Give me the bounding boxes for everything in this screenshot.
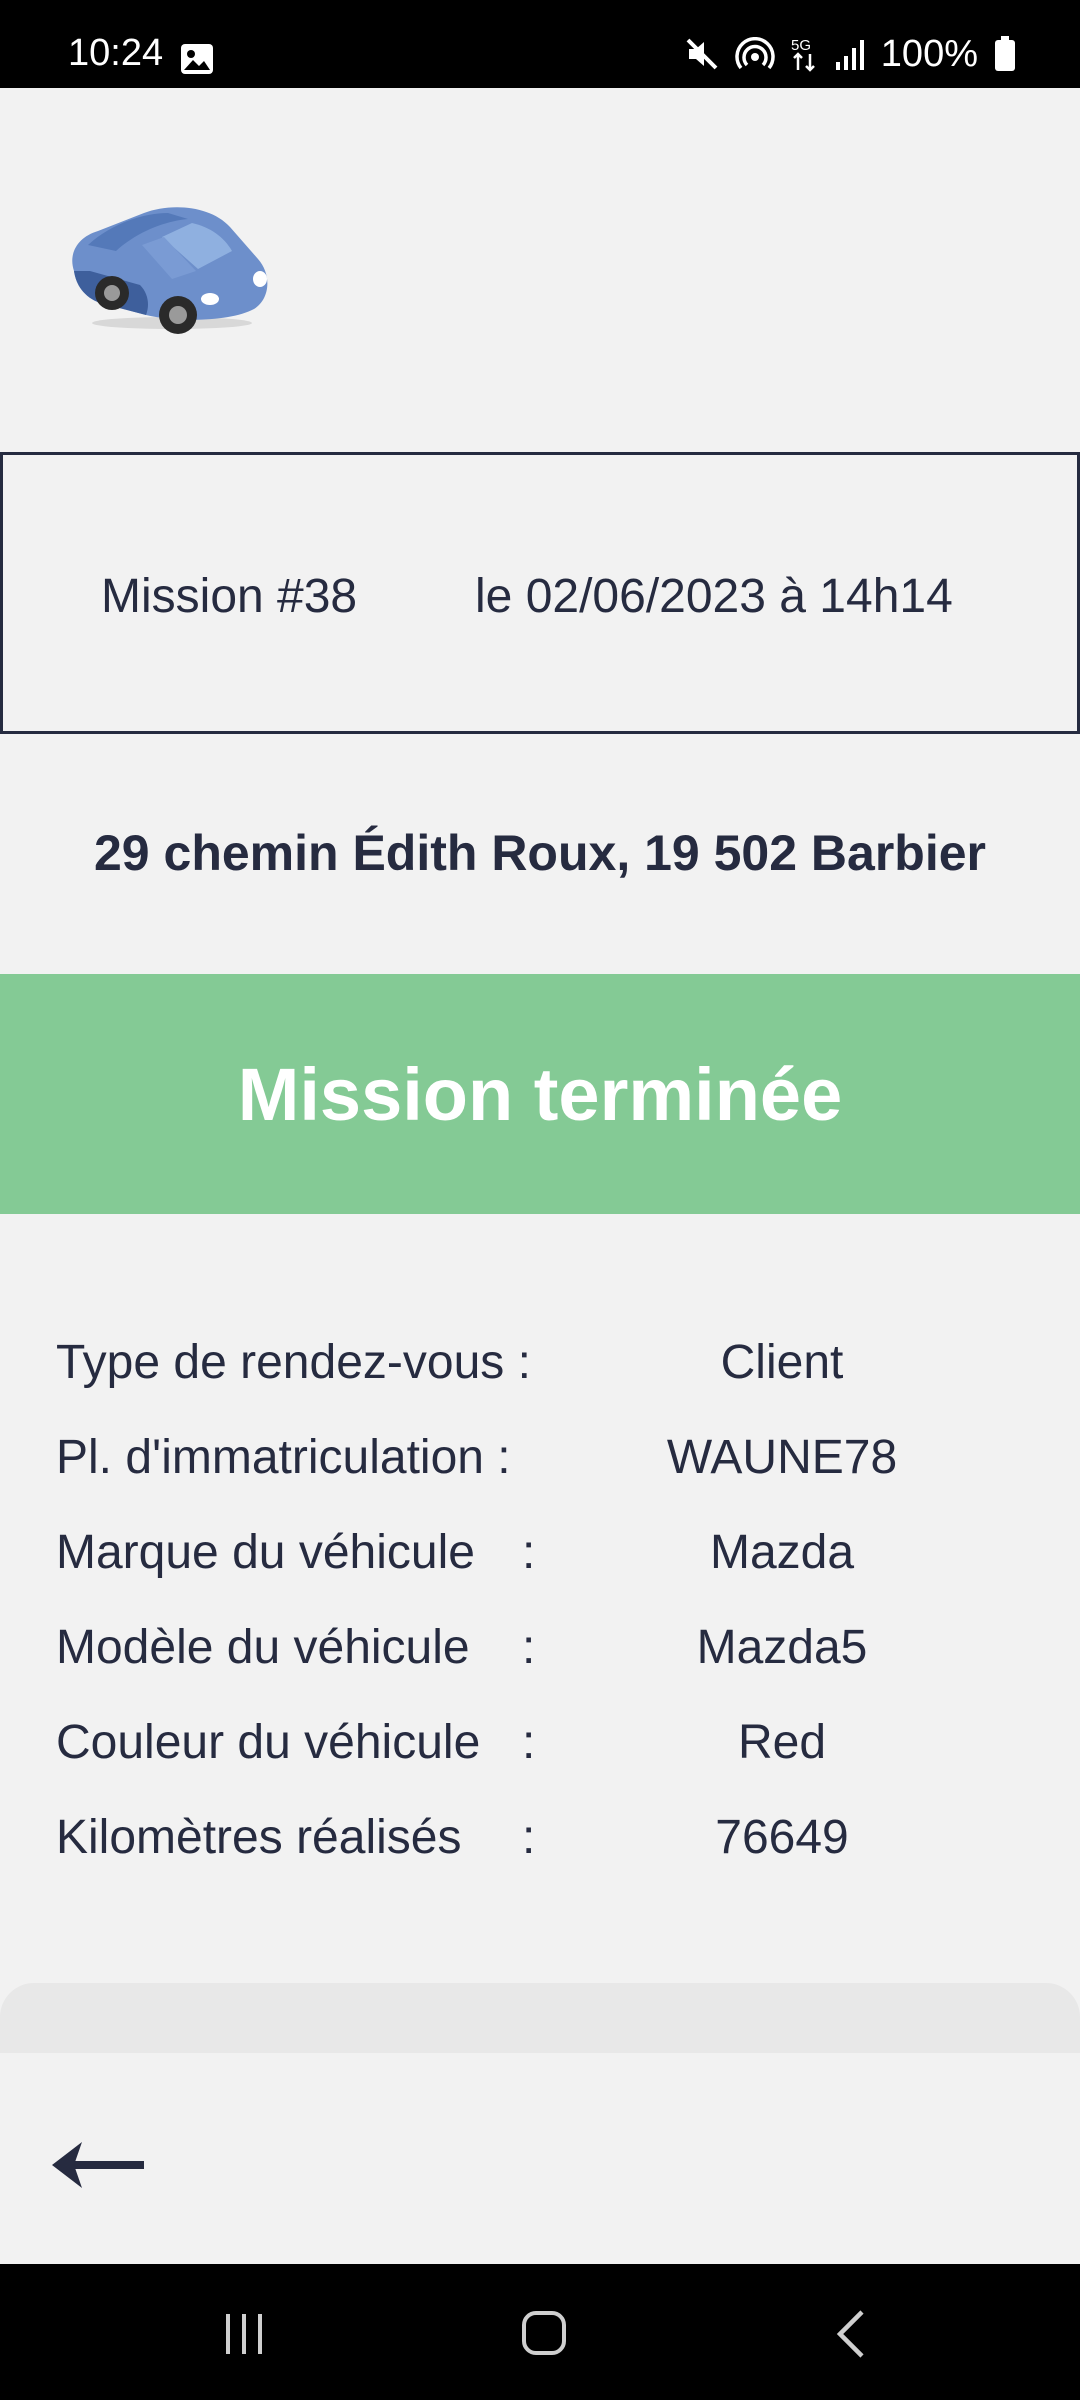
gallery-icon — [181, 44, 213, 74]
recents-icon[interactable] — [222, 2312, 266, 2356]
detail-value: Client — [720, 1336, 844, 1389]
detail-colon: : — [522, 1716, 536, 1769]
mission-header: Mission #38 le 02/06/2023 à 14h14 — [0, 452, 1080, 734]
mission-number: Mission #38 — [101, 570, 358, 623]
detail-label: Marque du véhicule — [56, 1526, 475, 1579]
arrow-left-icon[interactable] — [48, 2132, 152, 2198]
svg-text:5G: 5G — [791, 37, 811, 54]
status-banner: Mission terminée — [0, 974, 1080, 1214]
bottom-sheet — [0, 1983, 1080, 2053]
detail-row-plate: Pl. d'immatriculation : WAUNE78 — [0, 1428, 1080, 1488]
mission-address: 29 chemin Édith Roux, 19 502 Barbier — [94, 825, 986, 881]
battery-icon — [995, 36, 1015, 71]
detail-value: 76649 — [715, 1811, 849, 1864]
detail-row-color: Couleur du véhicule : Red — [0, 1713, 1080, 1773]
hotspot-icon — [735, 37, 775, 70]
detail-label: Couleur du véhicule — [56, 1716, 481, 1769]
status-label: Mission terminée — [237, 1052, 843, 1136]
mission-date: le 02/06/2023 à 14h14 — [475, 570, 953, 623]
detail-value: Mazda5 — [696, 1621, 868, 1674]
detail-label: Pl. d'immatriculation : — [56, 1431, 511, 1484]
status-icons: 5G 100% — [685, 34, 1016, 74]
detail-colon: : — [522, 1811, 536, 1864]
detail-value: Red — [737, 1716, 827, 1769]
detail-label: Type de rendez-vous : — [56, 1336, 531, 1389]
detail-row-kilometers: Kilomètres réalisés : 76649 — [0, 1808, 1080, 1868]
detail-row-appointment-type: Type de rendez-vous : Client — [0, 1333, 1080, 1393]
detail-colon: : — [522, 1621, 536, 1674]
detail-label: Kilomètres réalisés — [56, 1811, 462, 1864]
car-icon — [72, 207, 268, 334]
5g-icon: 5G — [791, 37, 815, 72]
detail-value: WAUNE78 — [666, 1431, 898, 1484]
home-icon[interactable] — [521, 2310, 567, 2356]
detail-label: Modèle du véhicule — [56, 1621, 470, 1674]
detail-row-model: Modèle du véhicule : Mazda5 — [0, 1618, 1080, 1678]
battery-percentage: 100% — [880, 33, 978, 75]
back-icon[interactable] — [830, 2308, 870, 2360]
detail-row-brand: Marque du véhicule : Mazda — [0, 1523, 1080, 1583]
signal-icon — [835, 40, 864, 70]
detail-colon: : — [522, 1526, 536, 1579]
mute-icon — [686, 38, 718, 70]
screen: 10:24 5G 100% Mission #38 le 02/06/2023 … — [0, 0, 1080, 2400]
status-bar: 10:24 5G 100% — [0, 0, 1080, 88]
detail-value: Mazda — [709, 1526, 855, 1579]
system-navigation-bar — [0, 2264, 1080, 2400]
status-time: 10:24 — [68, 32, 164, 74]
